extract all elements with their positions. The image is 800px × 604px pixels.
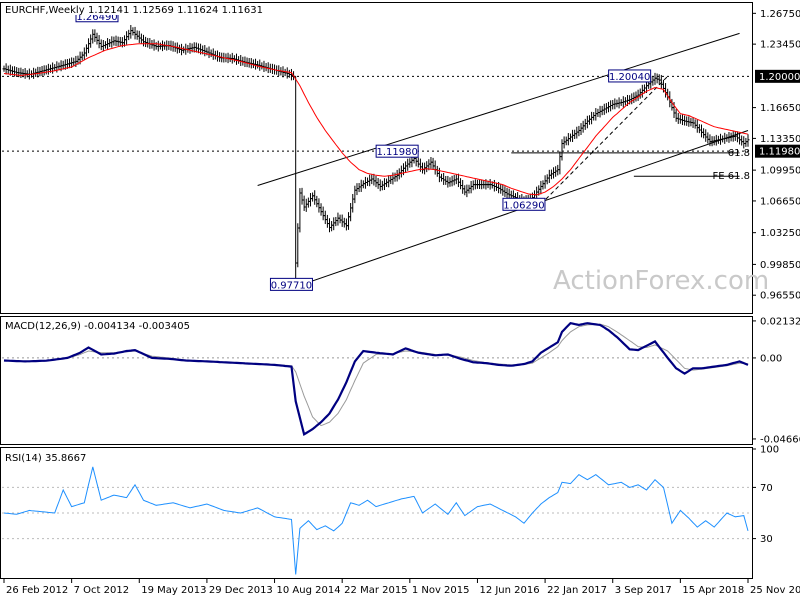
time-axis-label: 22 Mar 2015 <box>344 585 407 596</box>
fib-side-label: 61.8 <box>728 148 750 159</box>
rsi-axis-label: 70 <box>760 483 773 494</box>
time-axis-label: 10 Aug 2014 <box>277 585 341 596</box>
price-axis-label: 1.03250 <box>760 228 800 239</box>
annotation-label: 1.06290 <box>503 200 544 211</box>
time-axis-label: 29 Dec 2013 <box>209 585 273 596</box>
price-panel-title: EURCHF,Weekly <box>5 5 85 16</box>
price-axis-label: 1.26750 <box>760 9 800 20</box>
price-axis-label: 1.13350 <box>760 134 800 145</box>
time-axis-label: 12 Jun 2016 <box>479 585 539 596</box>
rsi-axis-label: 30 <box>760 534 773 545</box>
price-axis-label: 0.96550 <box>760 291 800 302</box>
price-annotation: 0.97710 <box>269 277 313 291</box>
price-ohlc-header: 1.12141 1.12569 1.11624 1.11631 <box>88 5 263 16</box>
annotation-label: 0.97710 <box>271 280 312 291</box>
macd-axis-label: 0.021324 <box>760 316 800 327</box>
chart-window: ActionForex.com 1.26490 1.20040 1.11980 1.0… <box>0 0 800 600</box>
price-axis-label: 1.06650 <box>760 196 800 207</box>
price-axis-label: 1.23450 <box>760 40 800 51</box>
time-axis-label: 7 Oct 2012 <box>74 585 129 596</box>
price-annotation: 1.20040 <box>608 69 652 83</box>
time-axis-label: 3 Sep 2017 <box>615 585 672 596</box>
annotation-label: 1.20040 <box>609 72 650 83</box>
price-annotation: 1.06290 <box>502 197 546 211</box>
macd-panel-frame <box>0 316 753 445</box>
price-badge-label: 1.11980 <box>759 147 800 158</box>
time-axis-label: 22 Jan 2017 <box>547 585 607 596</box>
time-axis-label: 25 Nov 2018 <box>750 585 800 596</box>
price-axis-label: 1.09950 <box>760 166 800 177</box>
rsi-panel-title: RSI(14) 35.8667 <box>5 453 86 464</box>
time-axis-label: 19 May 2013 <box>141 585 206 596</box>
rsi-axis-label: 100 <box>760 445 779 456</box>
time-axis-label: 1 Nov 2015 <box>412 585 470 596</box>
price-annotation: 1.11980 <box>375 144 419 158</box>
macd-panel-title: MACD(12,26,9) -0.004134 -0.003405 <box>5 321 190 332</box>
annotation-label: 1.11980 <box>376 147 417 158</box>
time-axis-label: 26 Feb 2012 <box>6 585 68 596</box>
chart-svg: ActionForex.com 1.264901.200401.119801.0… <box>0 2 800 596</box>
price-axis-label: 0.99850 <box>760 260 800 271</box>
price-axis-label: 1.16650 <box>760 103 800 114</box>
time-axis-label: 15 Apr 2018 <box>682 585 744 596</box>
watermark-text: ActionForex.com <box>553 266 769 296</box>
fib-side-label: FE 61.8 <box>712 171 750 182</box>
price-badge-label: 1.20000 <box>759 72 800 83</box>
macd-axis-label: 0.00 <box>760 353 782 364</box>
